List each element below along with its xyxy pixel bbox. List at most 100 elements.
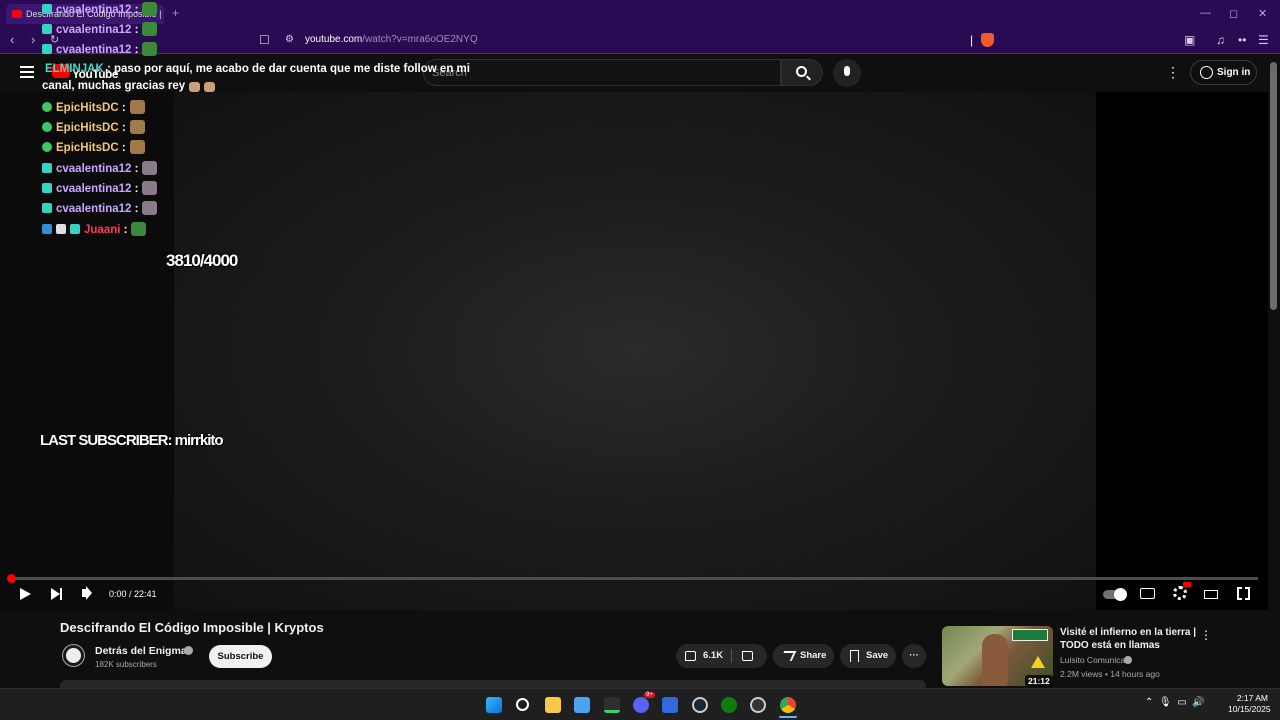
search-button[interactable] — [781, 59, 823, 86]
browser-menu-icon[interactable]: ☰ — [1258, 33, 1269, 47]
emoji-icon — [189, 82, 201, 92]
chat-username: cvaalentina12 — [56, 203, 132, 215]
thumbs-up-icon[interactable] — [685, 651, 696, 661]
bookmark-icon[interactable]: ☐ — [259, 33, 270, 47]
like-count[interactable]: 6.1K — [703, 644, 723, 668]
clock-time: 2:17 AM — [1236, 693, 1268, 703]
emote-icon — [129, 140, 145, 154]
verified-badge-icon — [42, 122, 52, 132]
back-icon[interactable]: ‹ — [10, 32, 14, 47]
search-input[interactable] — [432, 65, 762, 81]
url-host: youtube.com — [305, 34, 363, 45]
settings-gear-icon[interactable] — [1173, 586, 1187, 600]
page-scrollbar[interactable] — [1268, 54, 1280, 686]
chat-line: cvaalentina12 : — [42, 161, 158, 175]
theater-mode-icon[interactable] — [1204, 590, 1218, 599]
discord-icon[interactable] — [633, 697, 649, 713]
forward-icon[interactable]: › — [31, 32, 35, 47]
video-player[interactable]: 0:00 / 22:41 — [0, 92, 1268, 610]
settings-more-icon[interactable]: ⋮ — [1166, 64, 1180, 81]
taskbar-search-icon[interactable] — [516, 698, 529, 711]
emote-icon — [142, 181, 158, 195]
brave-shield-icon[interactable] — [981, 33, 994, 47]
channel-avatar[interactable] — [63, 645, 84, 666]
clock-date: 10/15/2025 — [1228, 704, 1271, 714]
recommended-more-icon[interactable]: ⋮ — [1200, 628, 1212, 642]
channel-name[interactable]: Detrás del Enigma — [95, 645, 187, 657]
share-label: Share — [800, 650, 827, 661]
chat-message: paso por aquí, me acabo de dar cuenta qu… — [114, 63, 470, 75]
new-tab-button[interactable]: + — [172, 6, 179, 20]
search-box[interactable] — [423, 59, 781, 86]
maximize-icon[interactable]: ◻ — [1229, 7, 1238, 20]
next-video-icon[interactable] — [51, 588, 62, 600]
scrollbar-thumb[interactable] — [1270, 62, 1277, 310]
more-actions-button[interactable]: ··· — [902, 644, 926, 668]
frog-emote-icon — [131, 222, 147, 236]
app-icon[interactable] — [750, 697, 766, 713]
close-icon[interactable]: ✕ — [1258, 7, 1267, 20]
system-tray-icons[interactable]: ⌃ 🎙 ▭ 🔊 — [1145, 697, 1205, 708]
road-sign-graphic — [1012, 629, 1048, 641]
save-label: Save — [866, 650, 889, 661]
chat-line: cvaalentina12 : — [42, 42, 158, 56]
progress-bar[interactable] — [10, 577, 1258, 580]
sign-in-button[interactable]: Sign in — [1190, 60, 1257, 85]
last-subscriber-label: LAST SUBSCRIBER: mirrkito — [40, 432, 224, 449]
chat-line: EpicHitsDC : — [42, 140, 145, 154]
autoplay-toggle[interactable] — [1103, 588, 1127, 601]
editor-icon[interactable] — [662, 697, 678, 713]
chat-username: cvaalentina12 — [56, 183, 132, 195]
sub-badge-icon — [42, 24, 52, 34]
play-icon[interactable] — [20, 588, 31, 600]
youtube-favicon-icon — [12, 10, 22, 18]
steam-icon[interactable] — [692, 697, 708, 713]
taskbar-clock[interactable]: 2:17 AM 10/15/2025 — [1228, 693, 1271, 715]
screen-share-icon[interactable]: ▣ — [1184, 33, 1195, 47]
hamburger-menu-icon[interactable] — [20, 66, 34, 78]
subscribe-button[interactable]: Subscribe — [209, 645, 272, 668]
emote-icon — [142, 161, 158, 175]
chat-username: EpicHitsDC — [56, 142, 119, 154]
frog-emote-icon — [142, 22, 158, 36]
voice-search-button[interactable] — [833, 59, 861, 87]
subscriber-count: 182K subscribers — [95, 660, 157, 669]
windows-start-icon[interactable] — [486, 697, 502, 713]
recommended-title[interactable]: Visité el infierno en la tierra | TODO e… — [1060, 626, 1198, 652]
minimize-icon[interactable]: — — [1200, 7, 1211, 19]
emote-icon — [142, 201, 158, 215]
recommended-channel[interactable]: Luisito Comunica — [1060, 655, 1125, 665]
verified-check-icon — [1124, 656, 1132, 664]
chat-line: EpicHitsDC : — [42, 120, 145, 134]
save-button[interactable]: Save — [840, 644, 896, 668]
video-title: Descifrando El Código Imposible | Krypto… — [60, 620, 324, 635]
warning-sign-icon — [1031, 656, 1045, 668]
media-control-icon[interactable]: ♫ — [1216, 33, 1225, 47]
chat-line: Juaani : — [42, 222, 147, 236]
microphone-icon — [844, 66, 850, 76]
share-button[interactable]: Share — [773, 644, 834, 668]
xbox-icon[interactable] — [721, 697, 737, 713]
chat-line: cvaalentina12 : — [42, 2, 158, 16]
windows-taskbar — [0, 688, 1280, 720]
verified-badge-icon — [42, 102, 52, 112]
extension-icon[interactable]: •• — [1238, 33, 1246, 47]
thumbs-down-icon[interactable] — [742, 651, 753, 661]
chat-line: cvaalentina12 : — [42, 181, 158, 195]
url-field[interactable]: youtube.com/watch?v=mra6oOE2NYQ — [305, 34, 478, 45]
like-dislike-group: 6.1K — [676, 644, 767, 668]
terminal-icon[interactable] — [604, 697, 620, 713]
store-icon[interactable] — [574, 697, 590, 713]
sub-badge-icon — [42, 163, 52, 173]
fullscreen-icon[interactable] — [1237, 586, 1250, 601]
chat-username: ELMINJAK — [45, 63, 104, 75]
browser-icon[interactable] — [780, 697, 796, 713]
person-graphic — [982, 634, 1008, 686]
bookmark-save-icon — [850, 650, 859, 662]
subtitles-icon[interactable] — [1140, 588, 1155, 599]
volume-icon[interactable] — [82, 589, 88, 597]
progress-scrubber[interactable] — [7, 574, 16, 583]
site-info-icon[interactable]: ⚙ — [285, 34, 294, 45]
video-frame[interactable] — [174, 92, 1096, 610]
file-explorer-icon[interactable] — [545, 697, 561, 713]
